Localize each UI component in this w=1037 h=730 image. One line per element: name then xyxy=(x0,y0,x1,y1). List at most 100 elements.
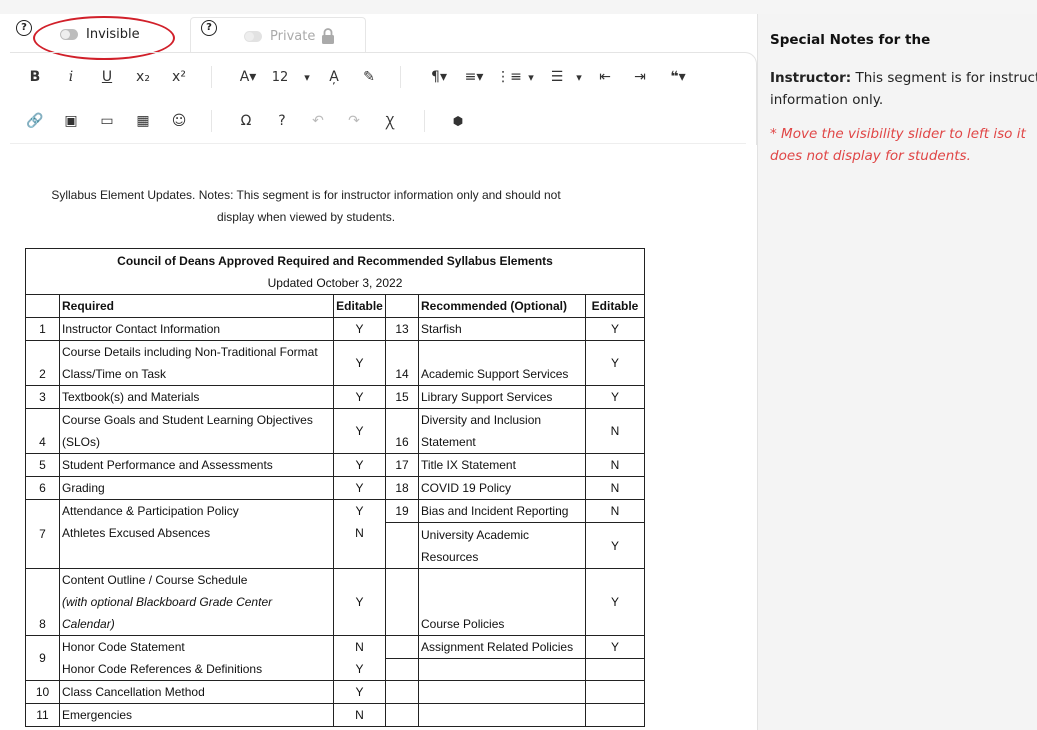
editable-flag-2: Y xyxy=(585,385,645,409)
unordered-list-button[interactable]: ☰ xyxy=(547,68,567,86)
editable-flag-line: Y xyxy=(355,504,364,518)
row-number: 11 xyxy=(25,703,60,727)
required-element-line: (SLOs) xyxy=(62,435,101,449)
editable-flag: YN xyxy=(333,499,386,569)
recommended-element: Diversity and Inclusion Statement xyxy=(418,408,586,454)
font-size-dropdown-icon[interactable]: ▾ xyxy=(301,68,313,86)
header-editable-2: Editable xyxy=(585,294,645,318)
editable-flag: Y xyxy=(333,476,386,500)
table-row: 11 Emergencies N xyxy=(25,703,645,727)
recommended-element: Starfish xyxy=(418,317,586,341)
editable-flag: Y xyxy=(333,408,386,454)
row-number-2: 19 xyxy=(385,499,419,523)
table-row: 3 Textbook(s) and Materials Y 15 Library… xyxy=(25,385,645,409)
table-updated: Updated October 3, 2022 xyxy=(267,275,403,290)
intro-line-1: Syllabus Element Updates. Notes: This se… xyxy=(51,188,561,202)
editable-flag-2: Y xyxy=(585,317,645,341)
recommended-element-line: Diversity and Inclusion xyxy=(421,413,542,427)
paragraph-format-dropdown[interactable]: ¶▾ xyxy=(426,68,452,86)
table-row: 4 Course Goals and Student Learning Obje… xyxy=(25,408,645,454)
highlight-color-button[interactable]: A̦ xyxy=(325,68,343,86)
editable-flag-2: N xyxy=(585,408,645,454)
row-number: 5 xyxy=(25,453,60,477)
lock-icon xyxy=(322,28,335,44)
recommended-element: Academic Support Services xyxy=(418,340,586,386)
editable-flag-2: N xyxy=(585,476,645,500)
outdent-icon[interactable]: ⇤ xyxy=(596,68,614,86)
table-row: 2 Course Details including Non-Tradition… xyxy=(25,340,645,386)
header-required: Required xyxy=(59,294,334,318)
editable-flag: Y xyxy=(333,568,386,636)
notes-body-line: Instructor: This segment is for instruct… xyxy=(770,67,1037,89)
table-icon[interactable]: ▦ xyxy=(134,112,152,130)
private-switch-icon[interactable] xyxy=(244,30,262,42)
toolbar-separator xyxy=(400,66,401,88)
redo-icon[interactable]: ↷ xyxy=(345,112,363,130)
help-icon-private[interactable]: ? xyxy=(201,20,217,36)
private-label: Private xyxy=(270,28,316,44)
row-number-2: 13 xyxy=(385,317,419,341)
bold-button[interactable]: B xyxy=(27,68,43,86)
font-size-value[interactable]: 12 xyxy=(271,68,289,86)
italic-button[interactable]: i xyxy=(63,68,79,86)
editable-flag-2: Y xyxy=(585,568,645,636)
clear-formatting-icon[interactable]: Ꭓ xyxy=(381,112,399,130)
superscript-button[interactable]: x² xyxy=(169,68,189,86)
top-strip xyxy=(0,0,1037,14)
editable-flag-2: N xyxy=(585,499,645,523)
required-element-line: Attendance & Participation Policy xyxy=(62,504,239,518)
table-row: 8 Content Outline / Course Schedule (with… xyxy=(25,568,645,636)
required-element-line: Athletes Excused Absences xyxy=(62,526,211,540)
editable-flag-2: Y xyxy=(585,522,645,569)
row-number-2: 15 xyxy=(385,385,419,409)
help-icon[interactable]: ? xyxy=(16,20,32,36)
row-number-2: 14 xyxy=(385,340,419,386)
recommended-element-line: Resources xyxy=(421,550,479,564)
eraser-icon[interactable]: ✎ xyxy=(360,68,378,86)
image-icon[interactable]: ▣ xyxy=(62,112,80,130)
plugin-box-icon[interactable]: ⬢ xyxy=(449,112,467,130)
ordered-list-dropdown-icon[interactable]: ▾ xyxy=(525,68,537,86)
table-title-cell: Council of Deans Approved Required and R… xyxy=(25,248,645,295)
row-number-2: 17 xyxy=(385,453,419,477)
editable-flag: Y xyxy=(333,317,386,341)
visibility-note-line-2: does not display for students. xyxy=(770,148,971,164)
private-toggle[interactable]: Private xyxy=(244,28,335,44)
recommended-element: COVID 19 Policy xyxy=(418,476,586,500)
table-row: 10 Class Cancellation Method Y xyxy=(25,680,645,704)
editable-flag: Y xyxy=(333,453,386,477)
row-number: 8 xyxy=(25,568,60,636)
ordered-list-button[interactable]: ⋮≡ xyxy=(496,68,522,86)
required-element: Course Details including Non-Traditional… xyxy=(59,340,334,386)
indent-icon[interactable]: ⇥ xyxy=(631,68,649,86)
help-button[interactable]: ? xyxy=(274,112,290,130)
editable-flag-2: Y xyxy=(585,340,645,386)
required-element-line: Course Goals and Student Learning Object… xyxy=(62,413,313,427)
required-element-line: Honor Code References & Definitions xyxy=(62,662,263,676)
font-color-dropdown[interactable]: A▾ xyxy=(235,68,261,86)
row-number: 1 xyxy=(25,317,60,341)
table-title: Council of Deans Approved Required and R… xyxy=(117,253,553,268)
row-number: 4 xyxy=(25,408,60,454)
undo-icon[interactable]: ↶ xyxy=(309,112,327,130)
subscript-button[interactable]: x₂ xyxy=(133,68,153,86)
recommended-element: Assignment Related Policies xyxy=(418,635,586,659)
editable-flag-line: Y xyxy=(355,662,364,676)
intro-text: Syllabus Element Updates. Notes: This se… xyxy=(30,184,582,228)
visibility-note-line: * Move the visibility slider to left iso… xyxy=(770,126,1026,142)
intro-line-2: display when viewed by students. xyxy=(216,210,396,224)
notes-body-text: This segment is for instructor xyxy=(851,70,1037,86)
notes-title: Special Notes for the xyxy=(770,32,931,48)
special-character-icon[interactable]: Ω xyxy=(237,112,255,130)
quote-dropdown[interactable]: ❝▾ xyxy=(664,68,692,86)
editable-flag-line: N xyxy=(355,640,364,654)
row-number: 2 xyxy=(25,340,60,386)
link-icon[interactable]: 🔗 xyxy=(25,112,45,130)
underline-button[interactable]: U xyxy=(99,68,115,86)
video-icon[interactable]: ▭ xyxy=(98,112,116,130)
emoji-icon[interactable]: ☺ xyxy=(170,112,188,130)
unordered-list-dropdown-icon[interactable]: ▾ xyxy=(573,68,585,86)
table-row: 1 Instructor Contact Information Y 13 St… xyxy=(25,317,645,341)
table-row: 6 Grading Y 18 COVID 19 Policy N xyxy=(25,476,645,500)
align-dropdown[interactable]: ≡▾ xyxy=(460,68,488,86)
